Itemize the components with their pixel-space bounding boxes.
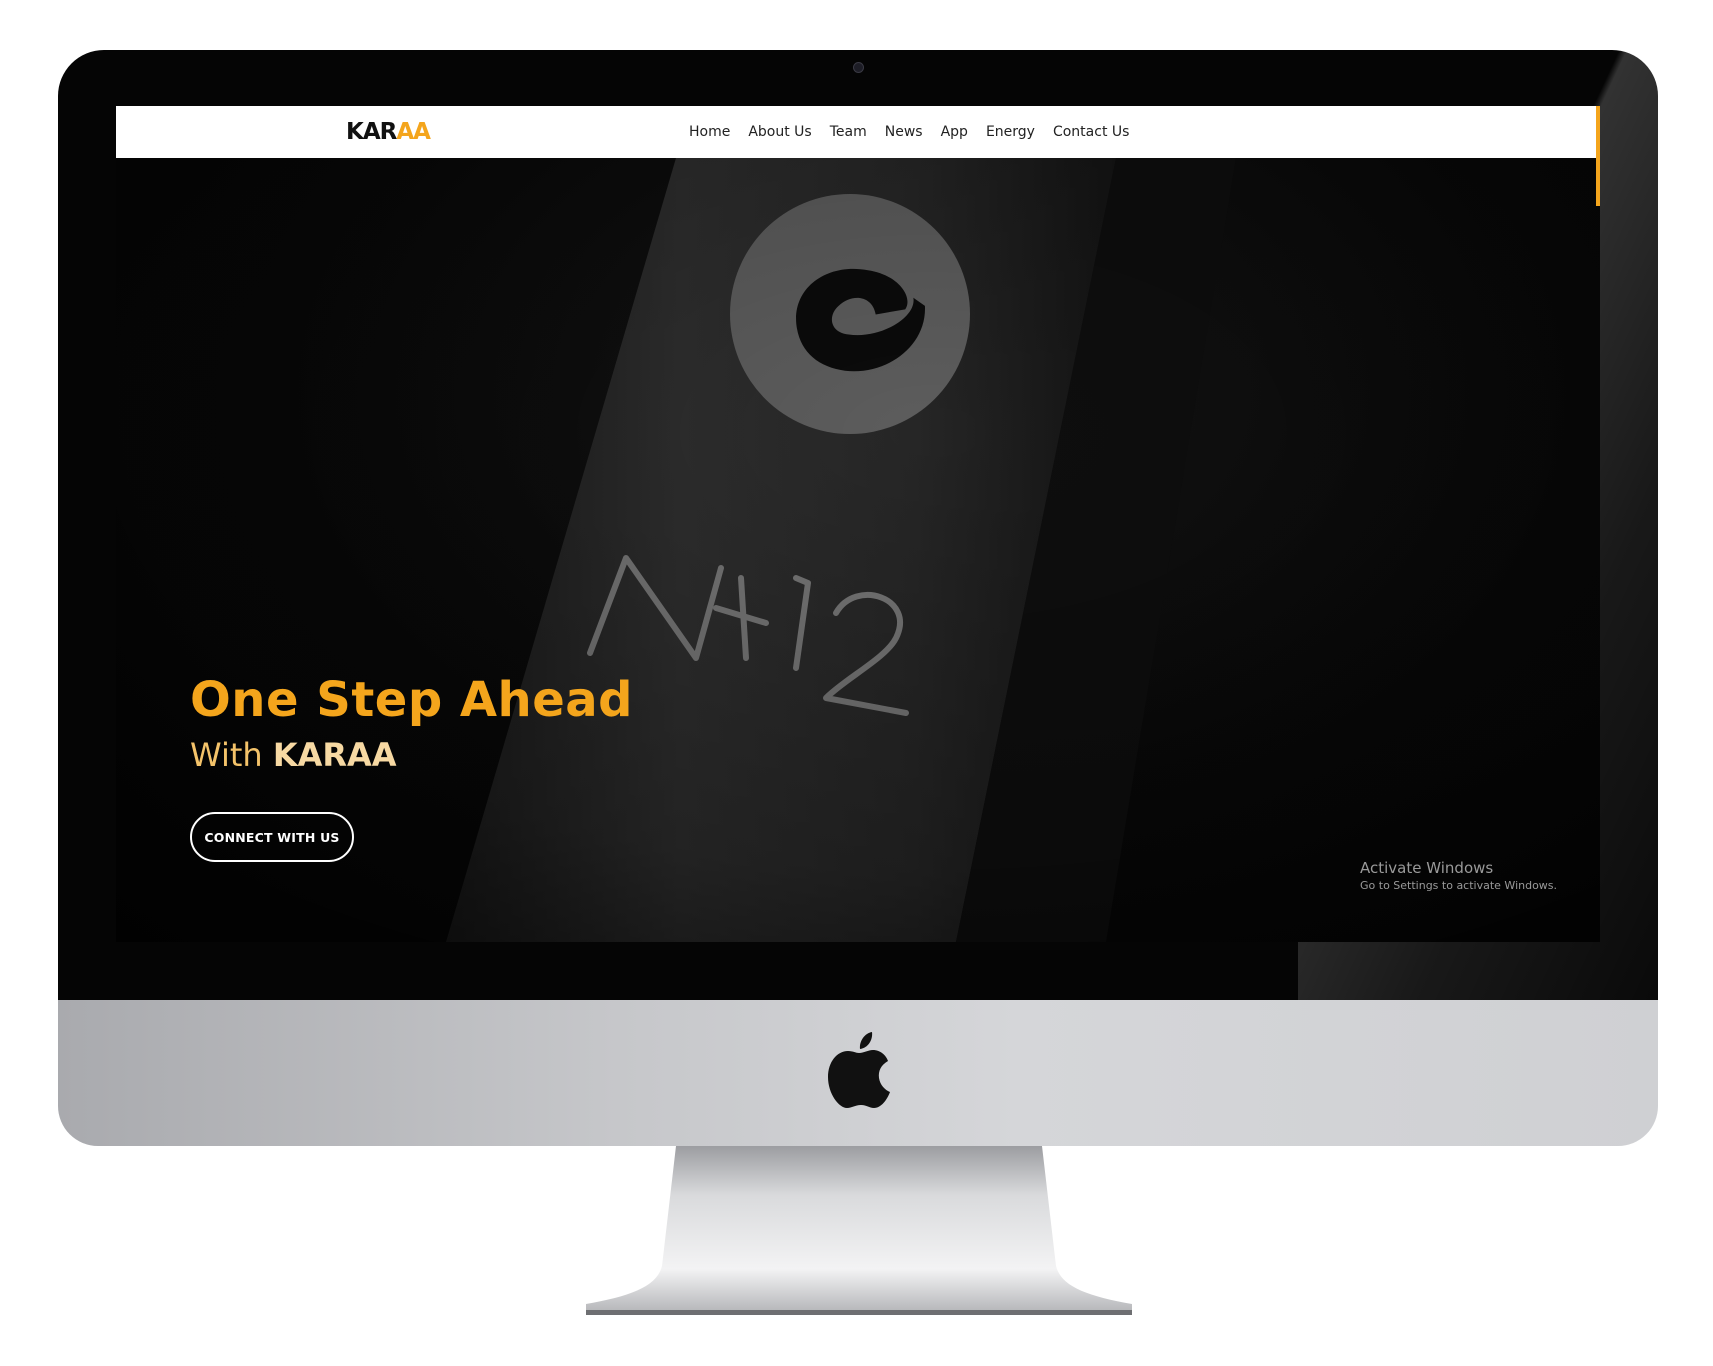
watermark-title: Activate Windows xyxy=(1360,859,1494,877)
main-navigation: Home About Us Team News App Energy Conta… xyxy=(680,106,1138,158)
connect-with-us-button[interactable]: CONNECT WITH US xyxy=(190,812,354,862)
logo-text-dark: KAR xyxy=(346,119,397,145)
nav-item-news[interactable]: News xyxy=(876,124,932,140)
nav-item-home[interactable]: Home xyxy=(680,124,739,140)
imac-mockup: KARAA Home About Us Team News App Energy… xyxy=(0,0,1713,1366)
nav-item-app[interactable]: App xyxy=(932,124,977,140)
apple-logo-icon xyxy=(828,1032,890,1108)
webcam-icon xyxy=(853,62,864,73)
site-logo[interactable]: KARAA xyxy=(346,119,431,145)
nav-item-team[interactable]: Team xyxy=(821,124,876,140)
site-header: KARAA Home About Us Team News App Energy… xyxy=(116,106,1600,158)
logo-text-accent: AA xyxy=(396,119,431,145)
hero-subline: With KARAA xyxy=(190,736,397,774)
nav-item-about-us[interactable]: About Us xyxy=(739,124,820,140)
website-screen: KARAA Home About Us Team News App Energy… xyxy=(116,106,1600,942)
nav-item-contact-us[interactable]: Contact Us xyxy=(1044,124,1138,140)
hero-subline-brand: KARAA xyxy=(272,736,397,774)
hero-section: One Step Ahead With KARAA CONNECT WITH U… xyxy=(116,158,1600,942)
monitor-stand xyxy=(586,1146,1132,1315)
hero-subline-prefix: With xyxy=(190,736,273,774)
scrollbar-thumb[interactable] xyxy=(1596,106,1600,206)
hero-headline: One Step Ahead xyxy=(190,672,634,728)
nav-item-energy[interactable]: Energy xyxy=(977,124,1044,140)
windows-activation-watermark: Activate Windows Go to Settings to activ… xyxy=(1360,858,1557,894)
watermark-subtitle: Go to Settings to activate Windows. xyxy=(1360,879,1558,892)
